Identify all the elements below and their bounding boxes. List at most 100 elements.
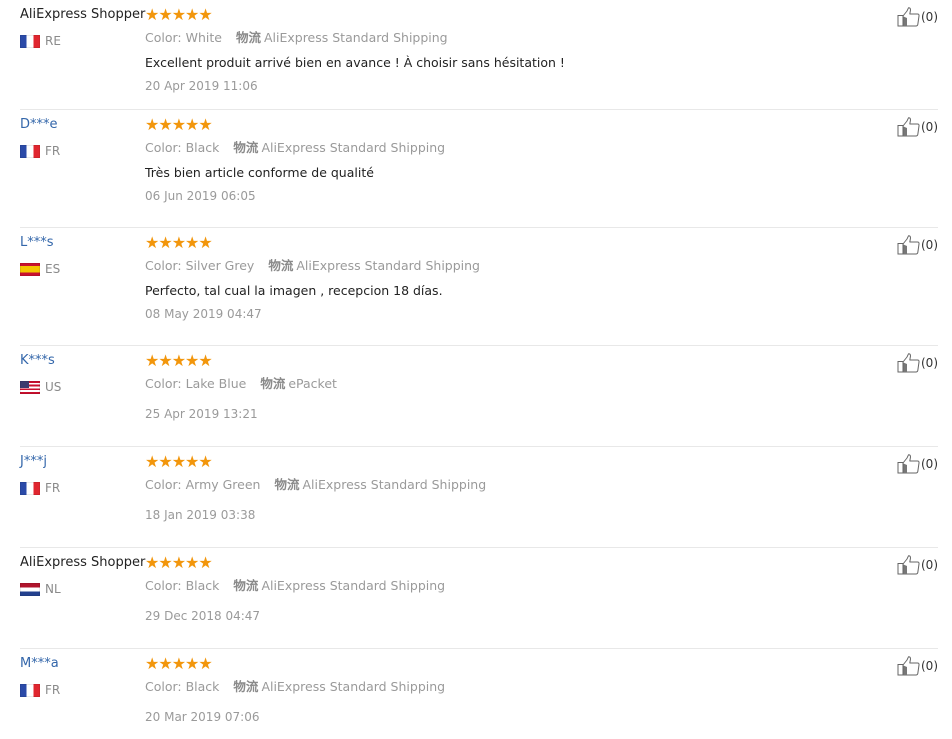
helpful-count: (0) — [921, 659, 938, 673]
order-info: Color: Black 物流 AliExpress Standard Shippi… — [145, 679, 845, 695]
reviewer-name[interactable]: L***s — [20, 235, 145, 251]
review-item: D***e FR ★★★★★ Color: Black 物流 AliExpress … — [20, 110, 938, 228]
france-flag-icon — [20, 683, 40, 697]
reviewer-country: RE — [20, 34, 145, 48]
shipping-label: 物流 — [233, 140, 259, 155]
review-item: M***a FR ★★★★★ Color: Black 物流 AliExpress … — [20, 649, 938, 739]
thumbs-up-icon — [897, 235, 920, 255]
review-user-info: J***j FR — [20, 454, 145, 495]
product-color: Color: Lake Blue — [145, 376, 247, 391]
france-flag-icon — [20, 144, 40, 158]
review-date: 25 Apr 2019 13:21 — [145, 407, 258, 421]
reviewer-name: AliExpress Shopper — [20, 555, 146, 570]
helpful-button[interactable]: (0) — [897, 117, 938, 137]
thumbs-up-icon — [897, 117, 920, 137]
reviewer-country: ES — [20, 262, 145, 276]
star-rating: ★★★★★ — [145, 452, 213, 471]
order-info: Color: Army Green 物流 AliExpress Standard S… — [145, 477, 845, 493]
review-content: ★★★★★ Color: Silver Grey 物流 AliExpress Sta… — [145, 235, 845, 322]
thumbs-up-icon — [897, 656, 920, 676]
star-rating: ★★★★★ — [145, 233, 213, 252]
reviewer-name[interactable]: K***s — [20, 353, 145, 369]
review-date: 18 Jan 2019 03:38 — [145, 508, 256, 522]
product-color: Color: Black — [145, 578, 220, 593]
shipping-method: AliExpress Standard Shipping — [261, 140, 446, 155]
star-rating: ★★★★★ — [145, 654, 213, 673]
review-item: AliExpress Shopper NL ★★★★★ Color: Black… — [20, 548, 938, 649]
reviewer-name: AliExpress Shopper — [20, 7, 146, 22]
review-item: K***s US ★★★★★ Color: Lake Blue 物流 ePacket… — [20, 346, 938, 447]
country-code: FR — [45, 144, 61, 158]
review-user-info: AliExpress Shopper NL — [20, 555, 145, 596]
shipping-method: AliExpress Standard Shipping — [296, 258, 480, 273]
reviewer-name[interactable]: D***e — [20, 117, 145, 133]
order-info: Color: Black 物流 AliExpress Standard Shippi… — [145, 578, 845, 594]
reviewer-name[interactable]: M***a — [20, 656, 145, 672]
reviewer-country: FR — [20, 144, 145, 158]
shipping-method: AliExpress Standard Shipping — [261, 578, 446, 593]
country-code: US — [45, 380, 62, 394]
thumbs-up-icon — [897, 7, 920, 27]
france-flag-icon — [20, 481, 40, 495]
thumbs-up-icon — [897, 353, 920, 373]
review-content: ★★★★★ Color: Black 物流 AliExpress Standard … — [145, 555, 845, 624]
review-user-info: L***s ES — [20, 235, 145, 276]
shipping-method: ePacket — [288, 376, 337, 391]
reviewer-name[interactable]: J***j — [20, 454, 145, 470]
review-date: 20 Mar 2019 07:06 — [145, 710, 260, 724]
helpful-button[interactable]: (0) — [897, 555, 938, 575]
reviewer-country: FR — [20, 481, 145, 495]
review-date: 08 May 2019 04:47 — [145, 307, 262, 321]
review-user-info: AliExpress Shopper RE — [20, 7, 145, 48]
netherlands-flag-icon — [20, 582, 40, 596]
product-color: Color: Silver Grey — [145, 258, 255, 273]
helpful-button[interactable]: (0) — [897, 7, 938, 27]
shipping-method: AliExpress Standard Shipping — [263, 30, 448, 45]
helpful-count: (0) — [921, 10, 938, 24]
shipping-label: 物流 — [233, 578, 259, 593]
shipping-label: 物流 — [235, 30, 261, 45]
order-info: Color: Black 物流 AliExpress Standard Shippi… — [145, 140, 845, 156]
review-text: Perfecto, tal cual la imagen , recepcion… — [145, 283, 443, 298]
country-code: FR — [45, 683, 61, 697]
shipping-label: 物流 — [233, 679, 259, 694]
shipping-method: AliExpress Standard Shipping — [261, 679, 446, 694]
review-list: AliExpress Shopper RE ★★★★★ Color: White… — [20, 0, 938, 739]
review-text: Très bien article conforme de qualité — [145, 165, 374, 180]
thumbs-up-icon — [897, 454, 920, 474]
helpful-button[interactable]: (0) — [897, 656, 938, 676]
product-color: Color: Black — [145, 679, 220, 694]
review-user-info: D***e FR — [20, 117, 145, 158]
review-date: 20 Apr 2019 11:06 — [145, 79, 258, 93]
review-item: AliExpress Shopper RE ★★★★★ Color: White… — [20, 0, 938, 110]
reviewer-country: US — [20, 380, 145, 394]
order-info: Color: White 物流 AliExpress Standard Shippi… — [145, 30, 845, 46]
helpful-button[interactable]: (0) — [897, 454, 938, 474]
country-code: FR — [45, 481, 61, 495]
review-date: 29 Dec 2018 04:47 — [145, 609, 261, 623]
order-info: Color: Lake Blue 物流 ePacket — [145, 376, 845, 392]
helpful-button[interactable]: (0) — [897, 353, 938, 373]
review-content: ★★★★★ Color: Army Green 物流 AliExpress Stan… — [145, 454, 845, 523]
country-code: NL — [45, 582, 61, 596]
helpful-count: (0) — [921, 457, 938, 471]
helpful-count: (0) — [921, 356, 938, 370]
shipping-label: 物流 — [268, 258, 294, 273]
review-content: ★★★★★ Color: White 物流 AliExpress Standard … — [145, 7, 845, 94]
review-text: Excellent produit arrivé bien en avance … — [145, 55, 565, 70]
review-content: ★★★★★ Color: Black 物流 AliExpress Standard … — [145, 117, 845, 204]
reviewer-country: NL — [20, 582, 145, 596]
star-rating: ★★★★★ — [145, 5, 213, 24]
spain-flag-icon — [20, 262, 40, 276]
usa-flag-icon — [20, 380, 40, 394]
reviewer-country: FR — [20, 683, 145, 697]
product-color: Color: Black — [145, 140, 220, 155]
order-info: Color: Silver Grey 物流 AliExpress Standard … — [145, 258, 845, 274]
review-item: J***j FR ★★★★★ Color: Army Green 物流 AliExp… — [20, 447, 938, 548]
shipping-label: 物流 — [274, 477, 300, 492]
helpful-count: (0) — [921, 558, 938, 572]
helpful-button[interactable]: (0) — [897, 235, 938, 255]
helpful-count: (0) — [921, 238, 938, 252]
star-rating: ★★★★★ — [145, 115, 213, 134]
review-user-info: K***s US — [20, 353, 145, 394]
